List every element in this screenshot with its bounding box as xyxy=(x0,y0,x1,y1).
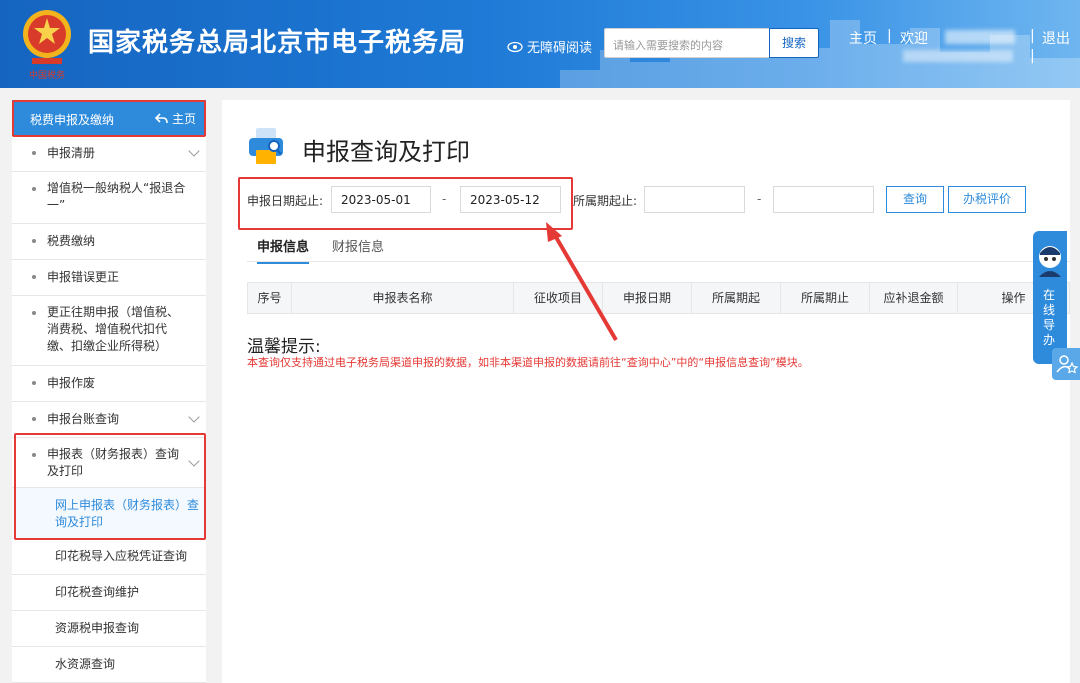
sidebar-item-error-correction[interactable]: 申报错误更正 xyxy=(12,260,206,296)
sidebar-item-past-correction[interactable]: 更正往期申报（增值税、消费税、增值税代扣代缴、扣缴企业所得税） xyxy=(12,296,206,366)
user-name-redacted xyxy=(945,30,1015,44)
table-header-cell: 申报表名称 xyxy=(292,283,514,313)
svg-text:中国税务: 中国税务 xyxy=(29,69,65,81)
sidebar-item-label: 增值税一般纳税人“报退合一” xyxy=(47,181,186,212)
bullet-icon xyxy=(32,187,36,191)
sidebar-subitem-label: 印花税导入应税凭证查询 xyxy=(55,549,188,563)
accessibility-label: 无障碍阅读 xyxy=(527,41,593,56)
page-title: 申报查询及打印 xyxy=(302,138,470,166)
sidebar-subitem-label: 资源税申报查询 xyxy=(55,621,140,635)
sidebar-item-label: 税费缴纳 xyxy=(47,234,96,248)
sidebar-item-vat-refund[interactable]: 增值税一般纳税人“报退合一” xyxy=(12,172,206,224)
highlight-box-date-filter xyxy=(238,177,573,230)
online-guide-label: 在线导办 xyxy=(1042,288,1055,347)
sidebar-item-label: 申报作废 xyxy=(47,376,96,390)
person-star-icon xyxy=(1056,355,1078,374)
sidebar-item-label: 申报台账查询 xyxy=(47,412,120,426)
bullet-icon xyxy=(32,239,36,243)
table-header-cell: 所属期止 xyxy=(781,283,870,313)
rate-service-button[interactable]: 办税评价 xyxy=(948,186,1026,213)
results-table-header: 序号 申报表名称 征收项目 申报日期 所属期起 所属期止 应补退金额 操作 xyxy=(247,282,1070,314)
sidebar-item-void[interactable]: 申报作废 xyxy=(12,366,206,402)
tab-declaration-info[interactable]: 申报信息 xyxy=(257,236,310,264)
tab-financial-info[interactable]: 财报信息 xyxy=(332,236,384,255)
favorite-widget[interactable] xyxy=(1052,348,1080,380)
period-start-input[interactable] xyxy=(644,186,745,213)
table-header-cell: 所属期起 xyxy=(692,283,781,313)
period-end-input[interactable] xyxy=(773,186,874,213)
bullet-icon xyxy=(32,381,36,385)
nav-separator: | xyxy=(1030,28,1035,44)
sidebar-item-label: 申报错误更正 xyxy=(47,270,120,284)
chevron-down-icon xyxy=(188,411,200,423)
tip-text: 本查询仅支持通过电子税务局渠道申报的数据，如非本渠道申报的数据请前往“查询中心”… xyxy=(247,356,809,369)
assistant-avatar-icon xyxy=(1039,246,1061,277)
nav-separator: | xyxy=(1030,48,1035,64)
table-header-cell: 申报日期 xyxy=(603,283,692,313)
sidebar-subitem-stamp-import[interactable]: 印花税导入应税凭证查询 xyxy=(12,539,206,575)
sidebar: 税费申报及缴纳 主页 申报清册 增值税一般纳税人“报退合一” 税费缴纳 申报错误… xyxy=(12,100,206,683)
query-button[interactable]: 查询 xyxy=(886,186,944,213)
bullet-icon xyxy=(32,275,36,279)
table-header-cell: 征收项目 xyxy=(514,283,603,313)
chevron-down-icon xyxy=(188,145,200,157)
tax-emblem-logo: 中国税务 xyxy=(23,10,71,81)
sidebar-subitem-label: 印花税查询维护 xyxy=(55,585,140,599)
eye-icon xyxy=(507,41,523,52)
search-button[interactable]: 搜索 xyxy=(769,28,819,58)
site-title: 国家税务总局北京市电子税务局 xyxy=(88,28,467,58)
site-header: 中国税务 国家税务总局北京市电子税务局 无障碍阅读 请输入需要搜索的内容 搜索 … xyxy=(0,0,1080,88)
period-range-label: 所属期起止: xyxy=(573,194,638,208)
nav-separator: | xyxy=(887,28,892,44)
highlight-box-sidebar-header xyxy=(12,100,206,137)
bullet-icon xyxy=(32,311,36,315)
period-range-dash: - xyxy=(757,192,762,206)
highlight-box-sidebar-report xyxy=(14,433,206,540)
bullet-icon xyxy=(32,417,36,421)
printer-search-icon xyxy=(249,128,283,164)
tab-bar: 申报信息 财报信息 xyxy=(247,230,1070,264)
sidebar-item-declaration-list[interactable]: 申报清册 xyxy=(12,136,206,172)
user-org-redacted xyxy=(903,50,1013,62)
sidebar-item-label: 更正往期申报（增值税、消费税、增值税代扣代缴、扣缴企业所得税） xyxy=(47,305,180,353)
table-header-cell: 应补退金额 xyxy=(870,283,958,313)
accessibility-link[interactable]: 无障碍阅读 xyxy=(507,37,592,56)
sidebar-subitem-resource-tax[interactable]: 资源税申报查询 xyxy=(12,611,206,647)
sidebar-subitem-label: 水资源查询 xyxy=(55,657,116,671)
sidebar-subitem-stamp-maintain[interactable]: 印花税查询维护 xyxy=(12,575,206,611)
table-header-cell: 序号 xyxy=(248,283,292,313)
sidebar-subitem-water-resource[interactable]: 水资源查询 xyxy=(12,647,206,683)
sidebar-item-tax-payment[interactable]: 税费缴纳 xyxy=(12,224,206,260)
sidebar-item-label: 申报清册 xyxy=(47,146,96,160)
search-input[interactable]: 请输入需要搜索的内容 xyxy=(604,28,770,58)
logout-link[interactable]: 退出 xyxy=(1042,28,1070,48)
nav-welcome-text: 欢迎 xyxy=(900,31,928,47)
bullet-icon xyxy=(32,151,36,155)
nav-home-link[interactable]: 主页 xyxy=(849,28,877,48)
online-guide-widget[interactable]: 在线导办 xyxy=(1033,231,1067,364)
